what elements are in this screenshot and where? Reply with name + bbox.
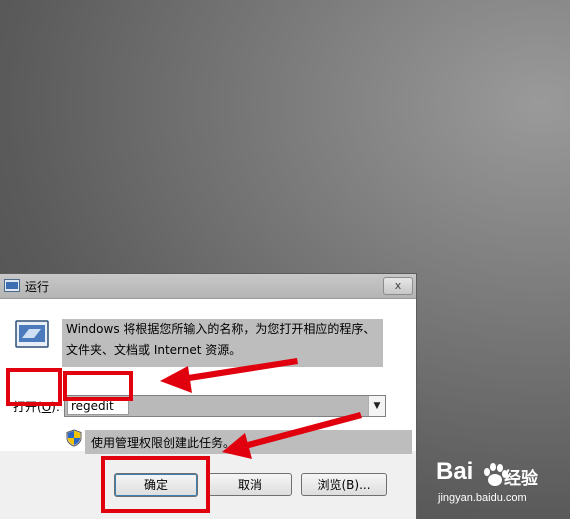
watermark-url: jingyan.baidu.com (438, 492, 527, 504)
cancel-button[interactable]: 取消 (208, 473, 292, 496)
run-icon (15, 320, 49, 348)
dropdown-arrow-icon[interactable]: ▼ (368, 396, 385, 416)
command-input-highlight-box (63, 371, 133, 401)
open-label-highlight-box (6, 368, 62, 406)
shield-icon (66, 429, 82, 447)
browse-button[interactable]: 浏览(B)... (301, 473, 387, 496)
description-line-2: 文件夹、文档或 Internet 资源。 (66, 343, 242, 357)
dialog-description: Windows 将根据您所输入的名称，为您打开相应的程序、 文件夹、文档或 In… (66, 319, 384, 361)
dialog-title: 运行 (25, 280, 50, 294)
watermark-brand: Bai (436, 458, 474, 485)
close-icon: x (394, 279, 402, 292)
run-icon (4, 279, 20, 292)
close-button[interactable]: x (383, 277, 413, 295)
ok-button-highlight-box (101, 456, 210, 513)
admin-note: 使用管理权限创建此任务。 (91, 436, 236, 450)
watermark-brand-cn: 经验 (504, 469, 538, 489)
baidu-watermark: Bai 经验 jingyan.baidu.com (436, 458, 566, 514)
title-bar[interactable]: 运行 x (0, 274, 416, 299)
description-line-1: Windows 将根据您所输入的名称，为您打开相应的程序、 (66, 322, 376, 336)
